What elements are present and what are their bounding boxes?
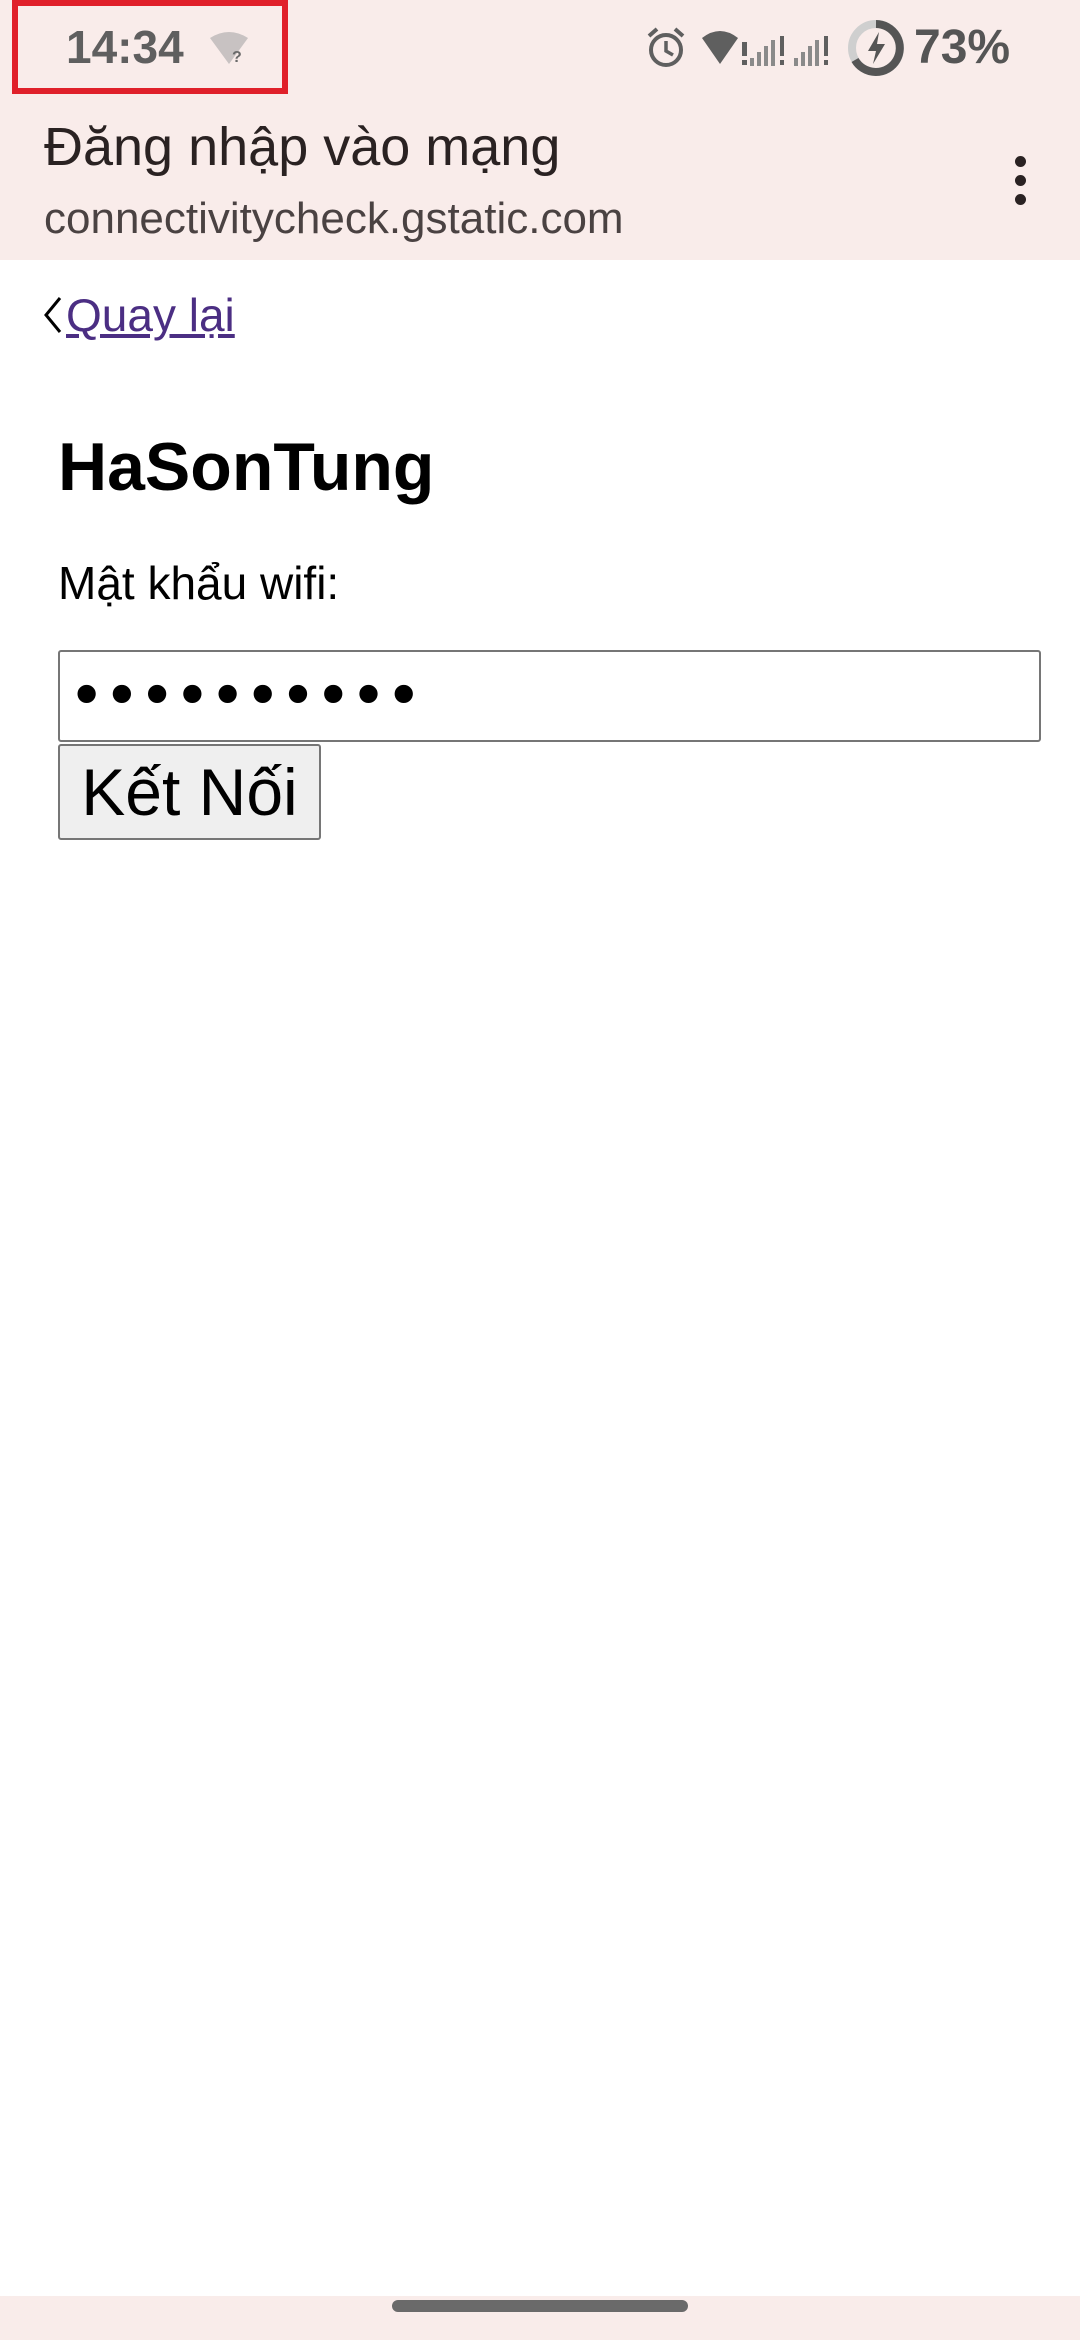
wifi-alert-icon	[702, 31, 747, 65]
battery-saver-icon	[848, 20, 904, 76]
app-subtitle-url: connectivitycheck.gstatic.com	[44, 194, 624, 243]
app-bar: Đăng nhập vào mạng connectivitycheck.gst…	[0, 100, 1080, 260]
home-gesture-handle[interactable]	[392, 2300, 688, 2312]
signal-alert-icon	[794, 36, 828, 66]
status-bar: 14:34 ? 73%	[0, 0, 1080, 100]
password-input[interactable]	[58, 650, 1041, 742]
back-link-label: Quay lại	[66, 289, 235, 341]
more-vert-icon[interactable]	[990, 140, 1050, 220]
connect-button[interactable]: Kết Nối	[58, 744, 321, 840]
battery-percent: 73%	[914, 21, 1011, 74]
network-name: HaSonTung	[58, 429, 435, 505]
back-link[interactable]: Quay lại	[40, 288, 235, 342]
status-time: 14:34	[66, 21, 184, 73]
chevron-left-icon	[44, 297, 62, 333]
signal-alert-icon	[750, 36, 784, 66]
alarm-icon	[647, 27, 685, 67]
password-label: Mật khẩu wifi:	[58, 557, 340, 609]
wifi-question-icon: ?	[210, 32, 248, 66]
app-title: Đăng nhập vào mạng	[44, 117, 561, 177]
svg-text:?: ?	[232, 49, 242, 66]
